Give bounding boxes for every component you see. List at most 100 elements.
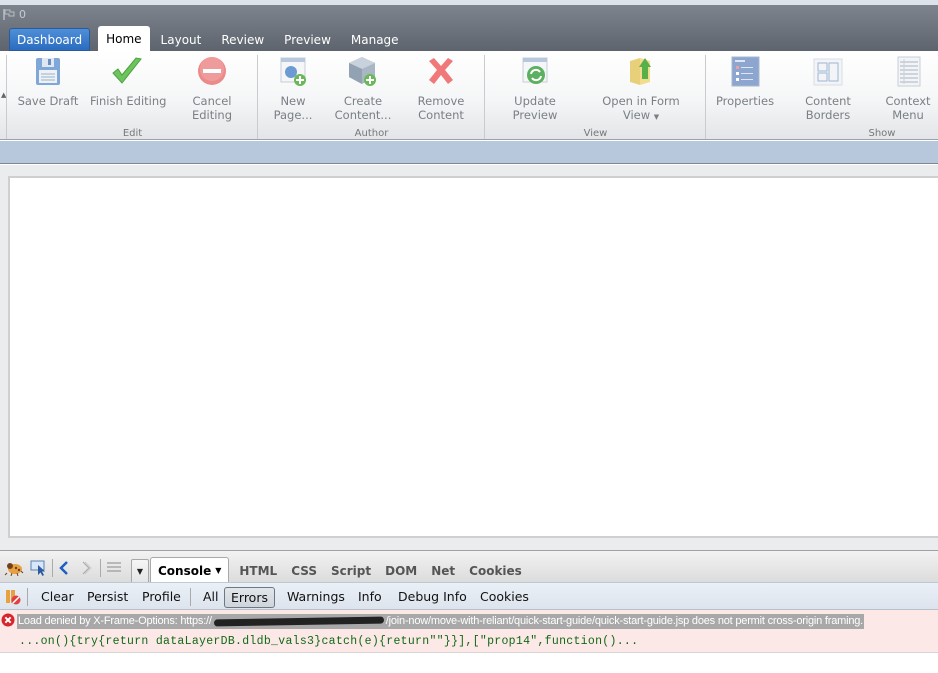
toolbar-divider (27, 588, 28, 606)
panel-tab-html[interactable]: HTML (232, 559, 284, 583)
back-arrow-icon[interactable] (58, 560, 70, 576)
preview-frame (8, 176, 938, 538)
forward-arrow-icon[interactable] (80, 560, 92, 576)
error-message-suffix: /join-now/move-with-reliant/quick-start-… (385, 615, 864, 627)
ribbon-group-show: Properties Content Borders Context Menu (706, 51, 938, 140)
tab-review[interactable]: Review (212, 28, 273, 51)
save-draft-button[interactable]: Save Draft (15, 55, 81, 108)
group-label-author: Author (354, 128, 389, 139)
firebug-icon[interactable] (4, 560, 24, 576)
firebug-toolbar: ▼ Console ▼ HTML CSS Script DOM Net Cook… (0, 550, 938, 583)
console-log-entry: Load denied by X-Frame-Options: https://… (0, 610, 938, 653)
context-menu-label-2: Menu (892, 108, 924, 122)
ribbon-group-view: Update Preview Open in Form View ▼ View (485, 51, 706, 140)
panel-tab-dom[interactable]: DOM (378, 559, 424, 583)
app-header: 0 Dashboard Home Layout Review Preview M… (0, 5, 938, 51)
ribbon-group-author: New Page... Create Content... Remove Con… (258, 51, 485, 140)
content-borders-icon (813, 58, 843, 86)
profile-button[interactable]: Profile (142, 588, 181, 607)
finish-editing-label: Finish Editing (90, 94, 167, 108)
group-label-show: Show (868, 128, 896, 139)
panel-tab-net[interactable]: Net (424, 559, 462, 583)
create-content-label-2: Content... (334, 108, 392, 122)
break-on-errors-icon[interactable] (5, 589, 21, 605)
cancel-editing-label-1: Cancel (192, 94, 232, 108)
notifications[interactable]: 0 (3, 8, 26, 21)
tab-dashboard[interactable]: Dashboard (9, 28, 91, 51)
chevron-down-icon: ▼ (136, 567, 144, 576)
filter-debug-info[interactable]: Debug Info (398, 588, 467, 607)
filter-all[interactable]: All (203, 588, 219, 607)
ribbon: ▲ Save Draft Finish Editing Cancel Editi… (0, 51, 938, 140)
properties-button[interactable]: Properties (714, 55, 776, 108)
error-message-prefix: Load denied by X-Frame-Options: https:// (18, 615, 212, 627)
toolbar-divider (190, 588, 191, 606)
group-label-view: View (583, 128, 608, 139)
clear-button[interactable]: Clear (41, 588, 74, 607)
menu-lines-icon[interactable] (107, 561, 121, 573)
redacted-url (213, 616, 384, 627)
content-borders-button[interactable]: Content Borders (802, 55, 854, 122)
new-page-icon (280, 57, 306, 86)
update-preview-label-1: Update (514, 94, 556, 108)
folder-icon (630, 58, 651, 85)
save-draft-label: Save Draft (17, 94, 79, 108)
content-borders-label-1: Content (805, 94, 851, 108)
new-page-button[interactable]: New Page... (268, 55, 318, 122)
error-source-code[interactable]: ...on(){try{return dataLayerDB.dldb_vals… (19, 635, 638, 648)
floppy-disk-icon (36, 58, 60, 85)
inspect-element-icon[interactable] (30, 560, 48, 576)
create-content-label-1: Create (343, 94, 383, 108)
remove-content-button[interactable]: Remove Content (410, 55, 472, 122)
create-content-icon (349, 57, 376, 86)
panel-tab-css[interactable]: CSS (284, 559, 324, 583)
toolbar-divider (100, 559, 101, 577)
cancel-icon (198, 57, 226, 85)
error-icon (1, 613, 15, 627)
filter-cookies[interactable]: Cookies (480, 588, 529, 607)
open-in-form-view-button[interactable]: Open in Form View ▼ (596, 55, 686, 124)
cancel-editing-label-2: Editing (191, 108, 233, 122)
error-message[interactable]: Load denied by X-Frame-Options: https://… (17, 614, 865, 629)
create-content-button[interactable]: Create Content... (332, 55, 394, 122)
ribbon-group-edit: Save Draft Finish Editing Cancel Editing… (7, 51, 258, 140)
remove-content-label-1: Remove (417, 94, 465, 108)
filter-warnings[interactable]: Warnings (287, 588, 345, 607)
remove-content-label-2: Content (418, 108, 464, 122)
open-form-view-label-1: Open in Form (602, 94, 680, 108)
properties-label: Properties (715, 94, 775, 108)
context-menu-label-1: Context (885, 94, 931, 108)
persist-button[interactable]: Persist (87, 588, 128, 607)
tab-layout[interactable]: Layout (152, 28, 211, 51)
refresh-icon (522, 57, 548, 84)
properties-icon (731, 56, 760, 87)
chevron-down-icon: ▼ (215, 566, 222, 575)
panel-tab-console[interactable]: Console ▼ (150, 557, 230, 583)
tab-preview[interactable]: Preview (275, 28, 340, 51)
filter-errors[interactable]: Errors (224, 587, 275, 608)
content-borders-label-2: Borders (805, 108, 851, 122)
panel-tab-console-label: Console (158, 563, 212, 578)
open-form-view-label-2: View (622, 108, 651, 122)
cancel-editing-button[interactable]: Cancel Editing (183, 55, 241, 122)
firebug-panel-tabs: ▼ Console ▼ HTML CSS Script DOM Net Cook… (131, 557, 529, 583)
panel-tab-script[interactable]: Script (324, 559, 378, 583)
new-page-label-2: Page... (273, 108, 313, 122)
checkmark-icon (112, 57, 142, 84)
chevron-down-icon: ▼ (653, 113, 660, 121)
context-menu-button[interactable]: Context Menu (882, 55, 934, 122)
info-bar (0, 141, 938, 164)
update-preview-button[interactable]: Update Preview (505, 55, 565, 122)
panel-tab-cookies[interactable]: Cookies (462, 559, 529, 583)
new-page-label-1: New (280, 94, 306, 108)
update-preview-label-2: Preview (512, 108, 558, 122)
toolbar-divider (52, 559, 53, 577)
context-menu-icon (897, 56, 921, 87)
flag-icon (3, 9, 15, 20)
tab-home[interactable]: Home (98, 26, 150, 51)
panel-list-dropdown[interactable]: ▼ (131, 559, 149, 583)
tab-manage[interactable]: Manage (342, 28, 408, 51)
finish-editing-button[interactable]: Finish Editing (90, 55, 167, 108)
group-label-edit: Edit (122, 128, 143, 139)
filter-info[interactable]: Info (358, 588, 382, 607)
